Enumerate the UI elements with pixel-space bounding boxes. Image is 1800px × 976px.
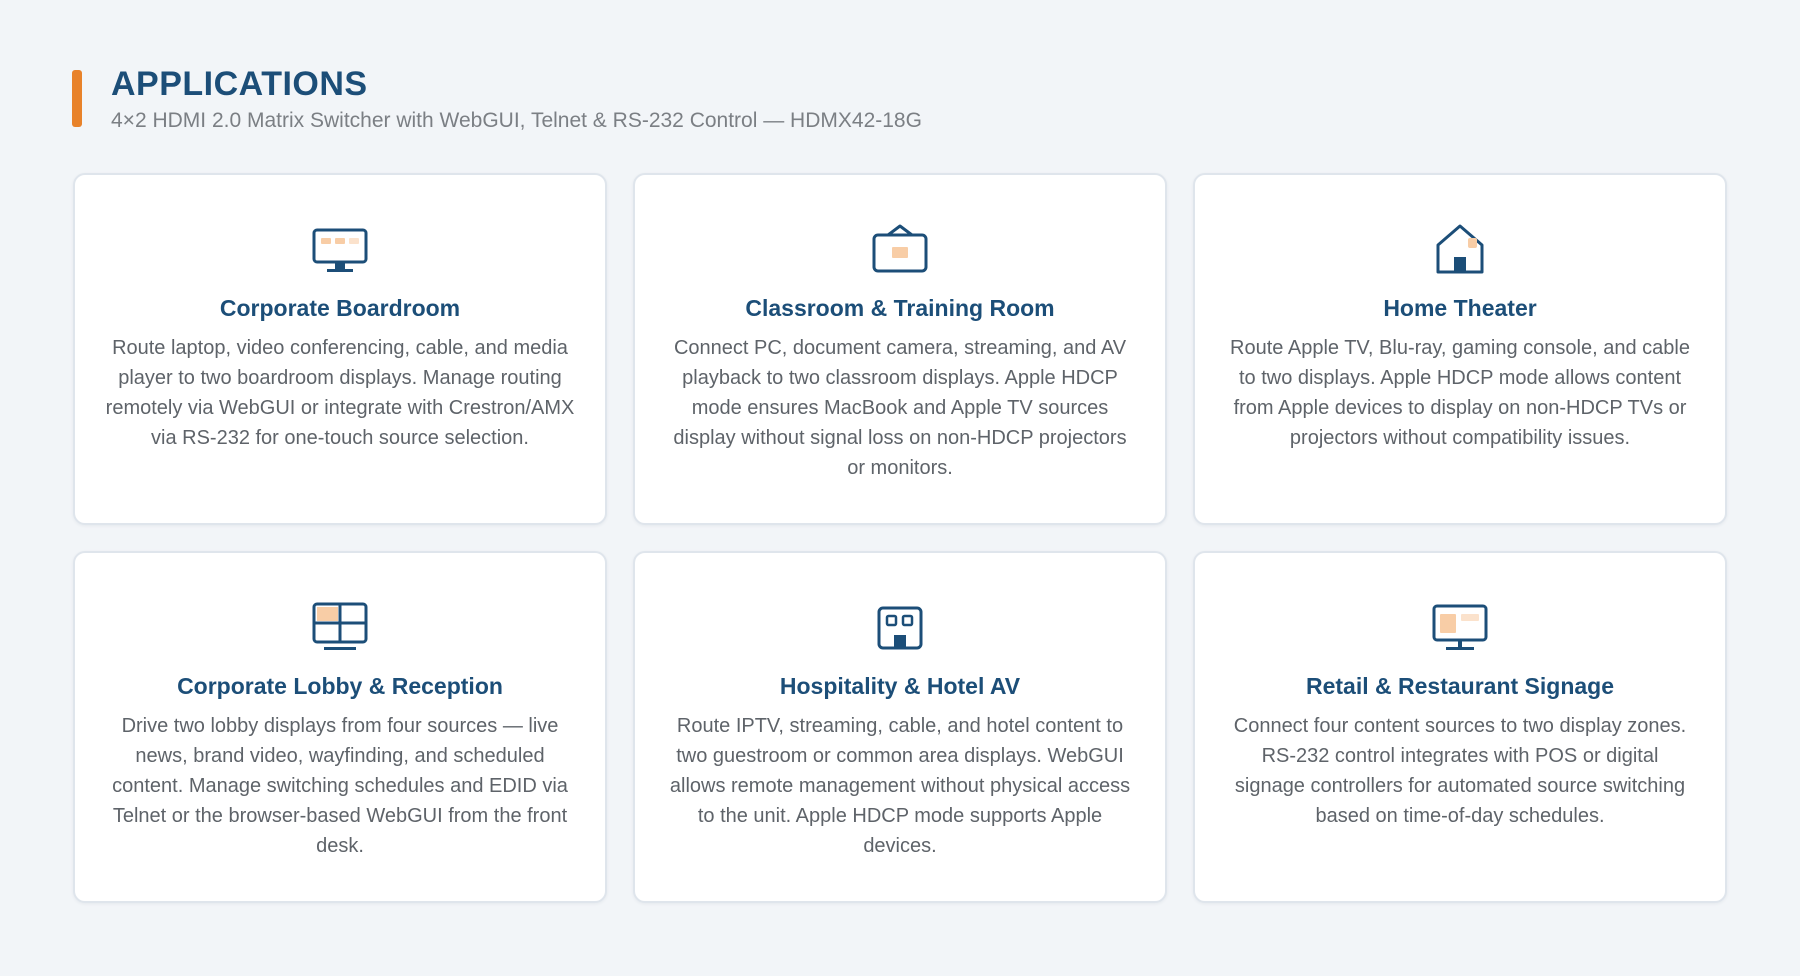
- card-title: Hospitality & Hotel AV: [779, 673, 1021, 699]
- monitor-icon: [310, 223, 370, 277]
- accent-bar: [72, 70, 82, 127]
- hotel-building-icon: [870, 601, 930, 655]
- card-description: Connect PC, document camera, streaming, …: [673, 337, 1127, 479]
- application-card: Corporate Lobby & Reception Drive two lo…: [73, 551, 607, 903]
- page-subtitle: 4×2 HDMI 2.0 Matrix Switcher with WebGUI…: [111, 109, 922, 132]
- card-title: Corporate Boardroom: [219, 295, 461, 321]
- house-icon: [1430, 223, 1490, 277]
- projector-screen-icon: [870, 223, 930, 277]
- card-title: Retail & Restaurant Signage: [1305, 673, 1615, 699]
- card-title: Classroom & Training Room: [745, 295, 1055, 321]
- signage-display-icon: [1430, 601, 1490, 655]
- card-description: Route laptop, video conferencing, cable,…: [105, 337, 575, 449]
- card-description: Connect four content sources to two disp…: [1233, 715, 1687, 827]
- page-title: APPLICATIONS: [111, 65, 368, 103]
- application-card: Retail & Restaurant Signage Connect four…: [1193, 551, 1727, 903]
- card-title: Corporate Lobby & Reception: [177, 673, 503, 699]
- card-description: Route IPTV, streaming, cable, and hotel …: [669, 715, 1131, 857]
- card-title: Home Theater: [1383, 295, 1537, 321]
- application-card: Corporate Boardroom Route laptop, video …: [73, 173, 607, 525]
- application-card: Classroom & Training Room Connect PC, do…: [633, 173, 1167, 525]
- application-card: Home Theater Route Apple TV, Blu-ray, ga…: [1193, 173, 1727, 525]
- page-header: APPLICATIONS 4×2 HDMI 2.0 Matrix Switche…: [72, 64, 922, 134]
- card-description: Drive two lobby displays from four sourc…: [112, 715, 568, 857]
- application-card: Hospitality & Hotel AV Route IPTV, strea…: [633, 551, 1167, 903]
- card-description: Route Apple TV, Blu-ray, gaming console,…: [1230, 337, 1690, 449]
- header-text: APPLICATIONS 4×2 HDMI 2.0 Matrix Switche…: [111, 64, 922, 134]
- applications-grid: Corporate Boardroom Route laptop, video …: [73, 173, 1727, 903]
- video-wall-icon: [310, 601, 370, 655]
